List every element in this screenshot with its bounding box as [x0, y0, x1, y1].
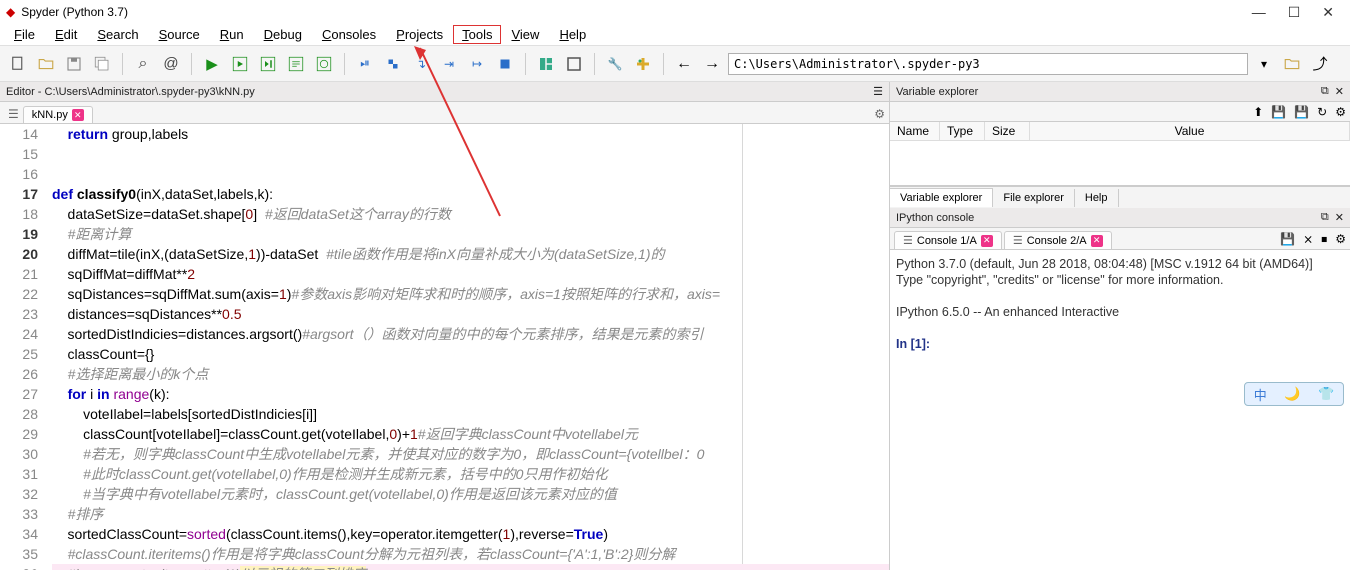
ipython-close-icon[interactable]: ✕ — [1335, 211, 1344, 224]
title-bar: ◆ Spyder (Python 3.7) — ☐ ✕ — [0, 0, 1350, 24]
varexp-title: Variable explorer ⧉✕ — [890, 82, 1350, 102]
console-interrupt-icon[interactable]: ⨯ — [1303, 232, 1313, 247]
close-button[interactable]: ✕ — [1322, 4, 1334, 21]
menu-view[interactable]: View — [501, 25, 549, 44]
app-icon: ◆ — [6, 5, 15, 19]
tab-knn-py[interactable]: kNN.py ✕ — [23, 106, 93, 123]
menubar: FileEditSearchSourceRunDebugConsolesProj… — [0, 24, 1350, 46]
new-file-button[interactable] — [6, 52, 30, 76]
ipython-pin-icon[interactable]: ⧉ — [1321, 211, 1329, 224]
ime-toolbar[interactable]: 中🌙👕 — [1244, 382, 1344, 406]
maximize-button[interactable]: ☐ — [1288, 4, 1301, 21]
run-button[interactable]: ▶ — [200, 52, 224, 76]
varexp-import-icon[interactable]: ⬆ — [1253, 105, 1263, 119]
console-stop-icon[interactable]: ⏹ — [1321, 232, 1327, 247]
varexp-gear-icon[interactable]: ⚙ — [1335, 105, 1346, 119]
varexp-header: NameTypeSizeValue — [890, 122, 1350, 141]
working-dir-input[interactable] — [728, 53, 1248, 75]
varexp-pin-icon[interactable]: ⧉ — [1321, 85, 1329, 98]
menu-file[interactable]: File — [4, 25, 45, 44]
minimize-button[interactable]: — — [1252, 4, 1266, 21]
browse-dir-button[interactable] — [1280, 52, 1304, 76]
editor-options-icon[interactable]: ☰ — [873, 85, 883, 98]
varexp-tab-1[interactable]: File explorer — [993, 189, 1075, 207]
varexp-saveas-icon[interactable]: 💾 — [1294, 105, 1309, 119]
parent-dir-button[interactable]: ⤴ — [1308, 52, 1332, 76]
menu-tools[interactable]: Tools — [453, 25, 501, 44]
tab-list-button[interactable]: ☰ — [4, 107, 23, 123]
varexp-tabs: Variable explorerFile explorerHelp — [890, 186, 1350, 208]
varexp-save-icon[interactable]: 💾 — [1271, 105, 1286, 119]
dir-dropdown-button[interactable]: ▾ — [1252, 52, 1276, 76]
varexp-refresh-icon[interactable]: ↻ — [1317, 105, 1327, 119]
menu-run[interactable]: Run — [210, 25, 254, 44]
varexp-body — [890, 141, 1350, 185]
run-cell-advance-button[interactable] — [256, 52, 280, 76]
annotation-arrow — [410, 46, 510, 226]
pythonpath-button[interactable] — [631, 52, 655, 76]
tab-label: kNN.py — [32, 109, 68, 121]
close-tab-icon[interactable]: ✕ — [72, 109, 84, 121]
rerun-button[interactable] — [312, 52, 336, 76]
menu-search[interactable]: Search — [87, 25, 148, 44]
main-toolbar: ⌕ @ ▶ ⏯ ↴ ⇥ ↦ 🔧 ← → ▾ ⤴ — [0, 46, 1350, 82]
forward-button[interactable]: → — [700, 52, 724, 76]
varexp-tab-2[interactable]: Help — [1075, 189, 1119, 207]
varexp-close-icon[interactable]: ✕ — [1335, 85, 1344, 98]
open-file-button[interactable] — [34, 52, 58, 76]
menu-debug[interactable]: Debug — [254, 25, 312, 44]
menu-source[interactable]: Source — [149, 25, 210, 44]
console-gear-icon[interactable]: ⚙ — [1335, 232, 1346, 247]
debug-step-button[interactable] — [381, 52, 405, 76]
at-button[interactable]: @ — [159, 52, 183, 76]
save-button[interactable] — [62, 52, 86, 76]
varexp-tab-0[interactable]: Variable explorer — [890, 188, 993, 207]
menu-consoles[interactable]: Consoles — [312, 25, 386, 44]
ipython-title: IPython console ⧉✕ — [890, 208, 1350, 228]
console-save-icon[interactable]: 💾 — [1280, 232, 1295, 247]
console-tab-1[interactable]: ☰ Console 2/A ✕ — [1004, 231, 1112, 249]
layout-button[interactable] — [534, 52, 558, 76]
menu-projects[interactable]: Projects — [386, 25, 453, 44]
run-selection-button[interactable] — [284, 52, 308, 76]
console-tab-0[interactable]: ☰ Console 1/A ✕ — [894, 231, 1002, 249]
run-cell-button[interactable] — [228, 52, 252, 76]
back-button[interactable]: ← — [672, 52, 696, 76]
debug-button[interactable]: ⏯ — [353, 52, 377, 76]
preferences-button[interactable]: 🔧 — [603, 52, 627, 76]
console-output[interactable]: Python 3.7.0 (default, Jun 28 2018, 08:0… — [890, 250, 1350, 570]
window-title: Spyder (Python 3.7) — [21, 5, 128, 19]
editor-gear-icon[interactable]: ⚙ — [874, 107, 885, 121]
find-button[interactable]: ⌕ — [131, 52, 155, 76]
fullscreen-button[interactable] — [562, 52, 586, 76]
save-all-button[interactable] — [90, 52, 114, 76]
console-tabbar: ☰ Console 1/A ✕☰ Console 2/A ✕ 💾 ⨯ ⏹ ⚙ — [890, 228, 1350, 250]
menu-help[interactable]: Help — [549, 25, 596, 44]
menu-edit[interactable]: Edit — [45, 25, 87, 44]
